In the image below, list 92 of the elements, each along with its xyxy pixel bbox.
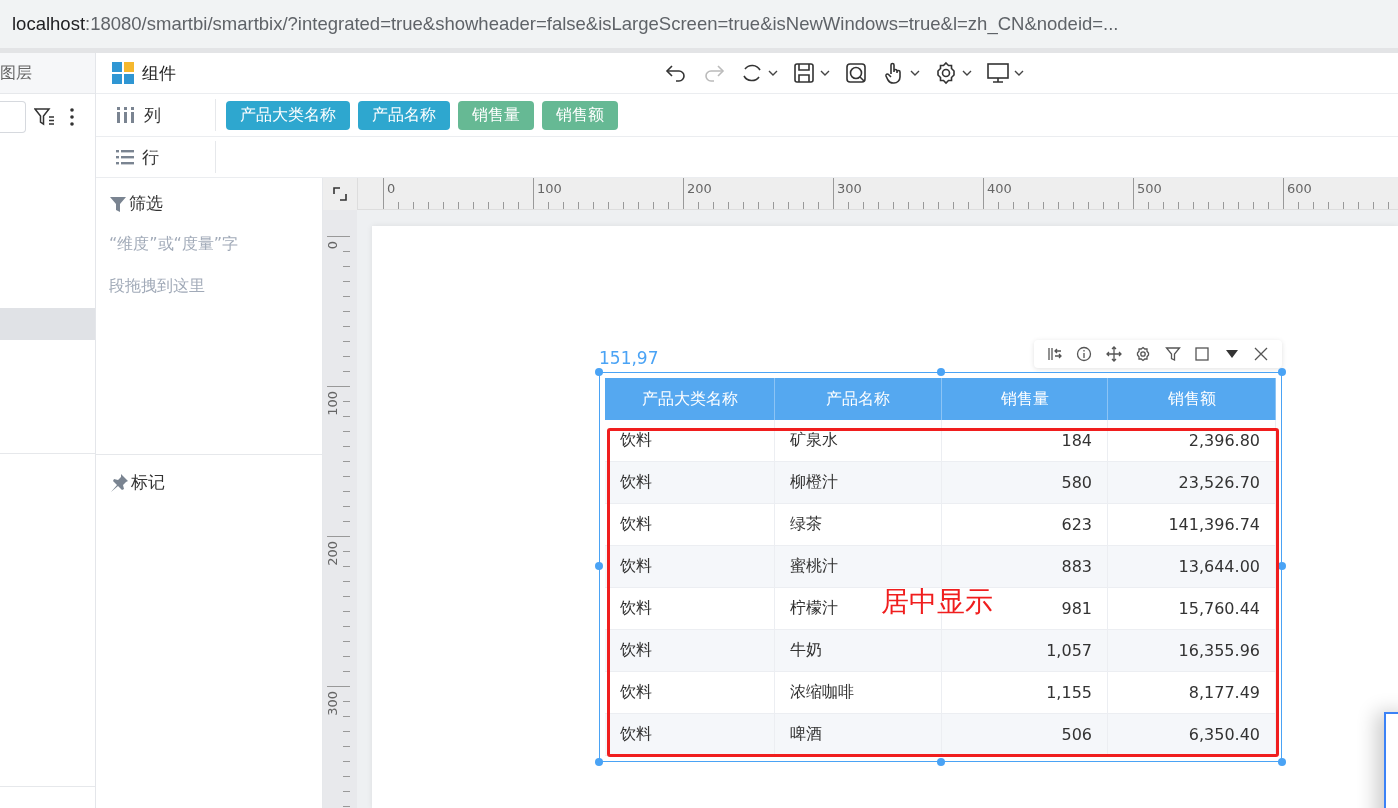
table-cell: 柳橙汁 <box>775 462 942 503</box>
components-icon <box>112 62 134 84</box>
ruler-label: 200 <box>687 181 712 196</box>
caret-icon[interactable] <box>910 70 920 76</box>
table-cell: 184 <box>942 420 1108 461</box>
list-icon <box>116 149 134 165</box>
resize-handle[interactable] <box>595 758 603 766</box>
monitor-icon[interactable] <box>986 61 1010 85</box>
panel-title: 图层 <box>0 62 32 84</box>
table-cell: 啤酒 <box>775 714 942 755</box>
chart-layout-icon[interactable] <box>1046 346 1063 362</box>
table-cell: 绿茶 <box>775 504 942 545</box>
table-cell: 饮料 <box>605 630 775 671</box>
resize-handle[interactable] <box>1278 368 1286 376</box>
drop-hint: “维度”或“度量”字段拖拽到这里 <box>109 233 240 297</box>
ruler-label: 100 <box>325 391 340 416</box>
section-title: 标记 <box>131 471 165 494</box>
table-cell: 8,177.49 <box>1108 672 1276 713</box>
settings-icon[interactable] <box>1135 346 1152 362</box>
filter-icon <box>109 194 127 213</box>
position-label: 151,97 <box>599 348 659 368</box>
table-cell: 饮料 <box>605 504 775 545</box>
annotation-text: 居中显示 <box>881 584 993 620</box>
table-cell: 506 <box>942 714 1108 755</box>
table-cell: 矿泉水 <box>775 420 942 461</box>
table-cell: 883 <box>942 546 1108 587</box>
field-pill[interactable]: 销售额 <box>542 100 618 130</box>
address-bar[interactable]: localhost:18080/smartbi/smartbix/?integrated=true&showheader=false&isLargeScreen=true&isNewWindows=true&l=zh_CN&nodeid=... <box>0 0 1398 53</box>
table-cell: 1,057 <box>942 630 1108 671</box>
save-icon[interactable] <box>792 61 816 85</box>
resize-handle[interactable] <box>937 368 945 376</box>
table-cell: 141,396.74 <box>1108 504 1276 545</box>
move-icon[interactable] <box>1105 346 1122 362</box>
ruler-label: 200 <box>325 541 340 566</box>
shelf-label: 行 <box>142 145 159 169</box>
table-cell: 饮料 <box>605 420 775 461</box>
field-pill[interactable]: 产品大类名称 <box>226 100 350 130</box>
settings-icon[interactable] <box>934 61 958 85</box>
field-pill[interactable]: 产品名称 <box>358 100 450 130</box>
table-cell: 1,155 <box>942 672 1108 713</box>
preview-icon[interactable] <box>844 61 868 85</box>
table-cell: 牛奶 <box>775 630 942 671</box>
filter-icon[interactable] <box>1164 346 1181 362</box>
table-cell: 2,396.80 <box>1108 420 1276 461</box>
caret-icon[interactable] <box>820 70 830 76</box>
table-cell: 23,526.70 <box>1108 462 1276 503</box>
column-header: 产品名称 <box>775 378 942 420</box>
table-cell: 饮料 <box>605 546 775 587</box>
table-cell: 16,355.96 <box>1108 630 1276 671</box>
table-cell: 蜜桃汁 <box>775 546 942 587</box>
corner-icon[interactable] <box>332 186 348 202</box>
table-cell: 饮料 <box>605 714 775 755</box>
ruler-label: 400 <box>987 181 1012 196</box>
more-icon[interactable] <box>70 108 74 126</box>
table-cell: 623 <box>942 504 1108 545</box>
field-pill[interactable]: 销售量 <box>458 100 534 130</box>
ruler-label: 0 <box>325 241 340 250</box>
ruler-label: 300 <box>837 181 862 196</box>
search-field[interactable] <box>0 101 26 133</box>
table-cell: 15,760.44 <box>1108 588 1276 629</box>
components-label[interactable]: 组件 <box>142 61 176 85</box>
caret-icon[interactable] <box>768 70 778 76</box>
table-cell: 饮料 <box>605 672 775 713</box>
ruler-label: 100 <box>537 181 562 196</box>
table-cell: 580 <box>942 462 1108 503</box>
column-header: 销售量 <box>942 378 1108 420</box>
info-icon[interactable] <box>1076 346 1093 362</box>
pin-icon <box>109 472 129 493</box>
table-cell: 饮料 <box>605 588 775 629</box>
resize-handle[interactable] <box>1278 562 1286 570</box>
ruler-label: 500 <box>1137 181 1162 196</box>
filter-list-icon[interactable] <box>34 107 56 127</box>
columns-icon <box>116 107 136 123</box>
close-icon[interactable] <box>1253 346 1270 362</box>
resize-handle[interactable] <box>595 562 603 570</box>
table-cell: 饮料 <box>605 462 775 503</box>
section-title: 筛选 <box>129 192 163 215</box>
ruler-label: 600 <box>1287 181 1312 196</box>
column-header: 销售额 <box>1108 378 1276 420</box>
shelf-label: 列 <box>144 103 161 127</box>
resize-handle[interactable] <box>1278 758 1286 766</box>
column-header: 产品大类名称 <box>605 378 775 420</box>
ruler-label: 0 <box>387 181 396 196</box>
caret-icon[interactable] <box>962 70 972 76</box>
table-cell: 6,350.40 <box>1108 714 1276 755</box>
resize-handle[interactable] <box>937 758 945 766</box>
table-cell: 13,644.00 <box>1108 546 1276 587</box>
square-icon[interactable] <box>1194 346 1211 362</box>
caret-icon[interactable] <box>1014 70 1024 76</box>
table-cell: 浓缩咖啡 <box>775 672 942 713</box>
resize-handle[interactable] <box>595 368 603 376</box>
ruler-label: 300 <box>325 691 340 716</box>
